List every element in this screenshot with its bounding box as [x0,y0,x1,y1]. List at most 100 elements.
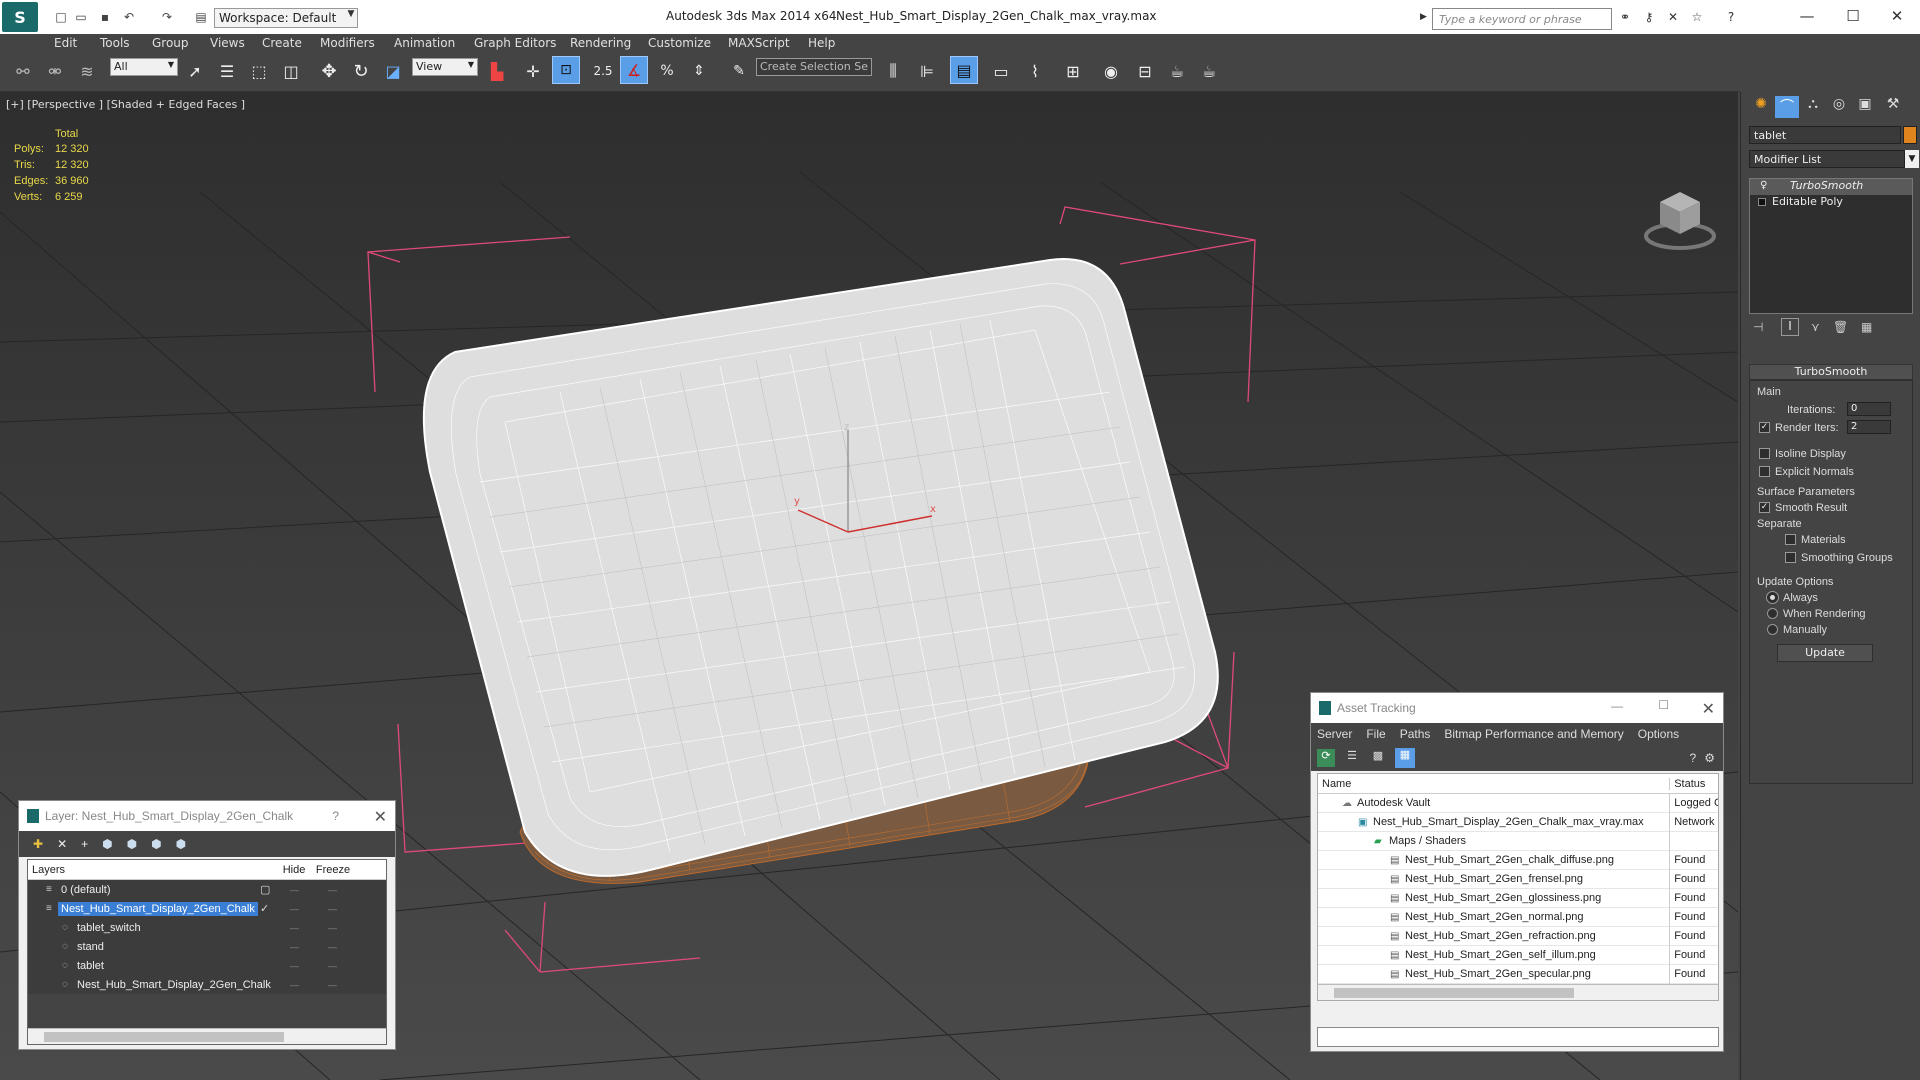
asset-row[interactable]: ▤ Nest_Hub_Smart_2Gen_self_illum.png Found [1318,945,1718,965]
render-iters-spinner[interactable]: 2 [1847,420,1891,434]
asset-window-titlebar[interactable]: Asset Tracking — ☐ ✕ [1311,693,1723,723]
asset-menu-options[interactable]: Options [1638,727,1679,741]
hide-toggle[interactable]: — [290,885,299,895]
turbosmooth-rollout-header[interactable]: TurboSmooth [1749,364,1913,380]
make-unique-icon[interactable]: ⋎ [1811,320,1820,334]
menu-maxscript[interactable]: MAXScript [728,36,790,50]
asset-row[interactable]: ▤ Nest_Hub_Smart_2Gen_normal.png Found [1318,907,1718,927]
update-manually-radio[interactable] [1767,624,1778,635]
menu-animation[interactable]: Animation [394,36,455,50]
render-production-icon[interactable]: ☕ [1196,58,1222,84]
menu-modifiers[interactable]: Modifiers [320,36,375,50]
app-logo-icon[interactable]: S [2,2,38,32]
layer-window-titlebar[interactable]: Layer: Nest_Hub_Smart_Display_2Gen_Chalk… [19,801,395,831]
light-bulb-icon[interactable]: ♀ [1760,180,1767,191]
asset-menu-server[interactable]: Server [1317,727,1352,741]
hide-toggle[interactable]: — [290,904,299,914]
freeze-toggle[interactable]: — [328,961,337,971]
material-editor-icon[interactable]: ◉ [1098,58,1124,84]
object-name-field[interactable]: tablet [1749,126,1901,144]
layer-window-close-icon[interactable]: ✕ [374,807,387,827]
workspace-dropdown-arrow-icon[interactable]: ▼ [344,9,358,27]
asset-settings-icon[interactable]: ⚙ [1704,751,1715,765]
column-name[interactable]: Name [1318,777,1671,790]
edit-named-selection-icon[interactable]: ✎ [726,58,752,84]
asset-close-button[interactable]: ✕ [1702,699,1715,719]
freeze-all-layers-icon[interactable]: ⬢ [176,837,186,851]
spinner-snap-icon[interactable]: ⇕ [686,58,712,84]
thumbnail-view-icon[interactable]: ▩ [1369,749,1387,767]
refresh-icon[interactable]: ⟳ [1317,749,1335,767]
layer-manager-icon[interactable]: ▤ [950,56,978,84]
modifier-list-dropdown[interactable]: Modifier List [1749,150,1905,168]
menu-tools[interactable]: Tools [100,36,130,50]
rectangular-selection-icon[interactable]: ⬚ [246,58,272,84]
object-color-swatch[interactable] [1903,126,1917,144]
column-layers[interactable]: Layers [28,864,278,876]
binoculars-icon[interactable]: ⚭ [1616,9,1634,25]
favorites-star-icon[interactable]: ☆ [1688,9,1706,25]
viewport-label[interactable]: [+] [Perspective ] [Shaded + Edged Faces… [6,98,245,111]
graphite-ribbon-icon[interactable]: ▭ [988,58,1014,84]
schematic-view-icon[interactable]: ⊞ [1060,58,1086,84]
hide-toggle[interactable]: — [290,980,299,990]
layer-row[interactable]: ≡ Nest_Hub_Smart_Display_2Gen_Chalk — — ✓ [28,899,386,918]
layer-hscrollbar[interactable] [28,1028,386,1044]
menu-graph-editors[interactable]: Graph Editors [474,36,556,50]
manipulate-icon[interactable]: ✛ [520,58,546,84]
materials-checkbox[interactable] [1785,534,1796,545]
curve-editor-icon[interactable]: ⌇ [1022,58,1048,84]
selection-filter-dropdown[interactable]: All ▼ [110,58,178,76]
modify-tab-icon[interactable]: ⌒ [1775,96,1799,118]
freeze-toggle[interactable]: — [328,942,337,952]
freeze-toggle[interactable]: — [328,904,337,914]
hierarchy-tab-icon[interactable]: ⛬ [1801,96,1825,118]
unlink-icon[interactable]: ⚮ [42,58,68,84]
menu-views[interactable]: Views [210,36,245,50]
keyboard-shortcut-override-icon[interactable]: ⊡ [552,56,580,84]
search-arrow-icon[interactable]: ▶ [1420,12,1427,22]
asset-path-field[interactable] [1317,1027,1719,1047]
layer-row[interactable]: ≡ 0 (default) — — ▢ [28,880,386,899]
layer-row[interactable]: ◌ Nest_Hub_Smart_Display_2Gen_Chalk — — [28,975,386,994]
layer-window-help-icon[interactable]: ? [332,809,339,823]
update-button[interactable]: Update [1777,644,1873,662]
select-object-icon[interactable]: ➚ [182,58,208,84]
menu-edit[interactable]: Edit [54,36,77,50]
window-crossing-icon[interactable]: ◫ [278,58,304,84]
layer-row[interactable]: ◌ tablet — — [28,956,386,975]
minimize-button[interactable]: — [1784,2,1830,30]
asset-help-icon[interactable]: ? [1690,751,1697,765]
layer-row[interactable]: ◌ tablet_switch — — [28,918,386,937]
asset-row[interactable]: ☁ Autodesk Vault Logged C [1318,793,1718,813]
explicit-normals-checkbox[interactable] [1759,466,1770,477]
smooth-result-checkbox[interactable]: ✓ [1759,502,1770,513]
asset-maximize-button[interactable]: ☐ [1658,698,1669,712]
freeze-toggle[interactable]: — [328,923,337,933]
update-always-radio[interactable] [1766,591,1779,604]
select-by-name-icon[interactable]: ☰ [214,58,240,84]
menu-create[interactable]: Create [262,36,302,50]
asset-menu-bitmap-performance[interactable]: Bitmap Performance and Memory [1444,727,1623,741]
save-icon[interactable]: ▪ [96,9,114,25]
named-selection-sets-dropdown[interactable]: Create Selection Se [756,58,872,76]
render-setup-icon[interactable]: ⊟ [1132,58,1158,84]
asset-row[interactable]: ▣ Nest_Hub_Smart_Display_2Gen_Chalk_max_v… [1318,812,1718,832]
menu-customize[interactable]: Customize [648,36,711,50]
active-layer-box-icon[interactable]: ▢ [260,883,270,896]
exchange-icon[interactable]: ✕ [1664,9,1682,25]
select-in-layer-icon[interactable]: ⬢ [102,837,112,851]
close-button[interactable]: ✕ [1874,2,1920,30]
highlight-layer-icon[interactable]: ⬢ [127,837,137,851]
asset-row[interactable]: ▤ Nest_Hub_Smart_2Gen_chalk_diffuse.png Fo… [1318,850,1718,870]
help-icon[interactable]: ? [1722,9,1740,25]
open-file-icon[interactable]: ▭ [72,9,90,25]
new-layer-icon[interactable]: ✚ [33,837,43,851]
layer-row[interactable]: ◌ stand — — [28,937,386,956]
asset-row[interactable]: ▤ Nest_Hub_Smart_2Gen_frensel.png Found [1318,869,1718,889]
rendered-frame-window-icon[interactable]: ☕ [1164,58,1190,84]
render-iters-checkbox[interactable]: ✓ [1759,422,1770,433]
hide-toggle[interactable]: — [290,923,299,933]
project-folder-icon[interactable]: ▤ [192,9,210,25]
show-end-result-icon[interactable]: I [1781,318,1799,336]
